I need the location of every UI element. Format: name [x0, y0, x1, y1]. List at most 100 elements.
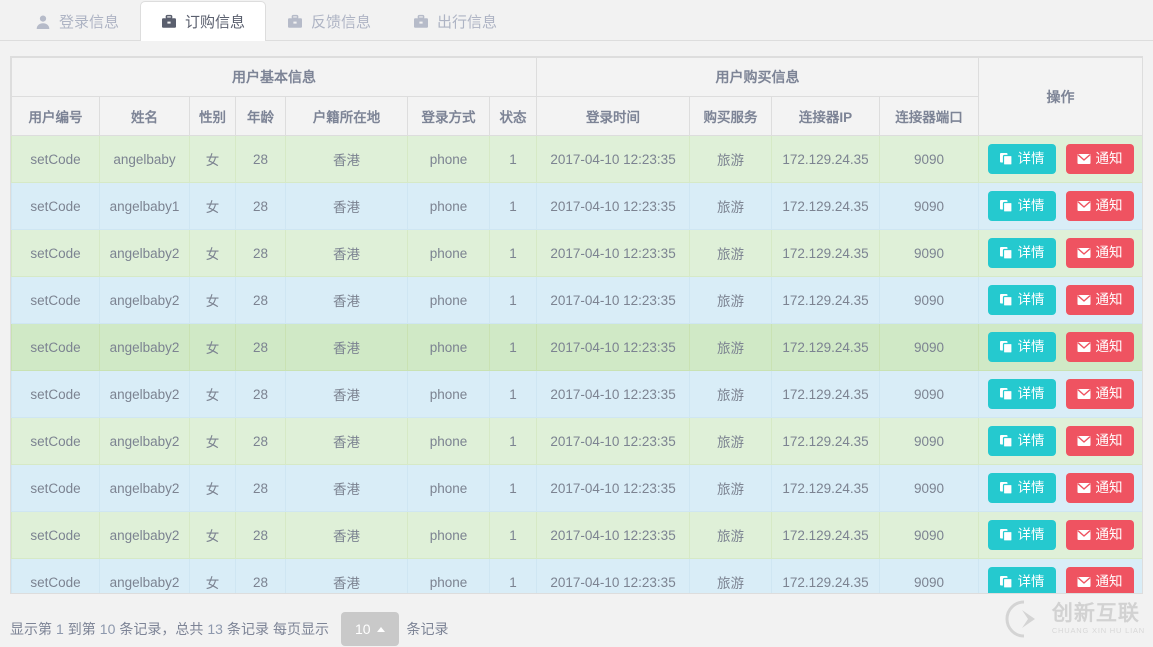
cell-gender: 女 — [189, 558, 236, 593]
action-group: 详情 通知 — [983, 473, 1138, 503]
notify-button[interactable]: 通知 — [1065, 473, 1134, 503]
cell-residence: 香港 — [285, 276, 408, 324]
notify-button-label: 通知 — [1095, 151, 1123, 167]
cell-gender: 女 — [189, 370, 236, 418]
briefcase-icon — [161, 14, 177, 30]
cell-gender: 女 — [189, 182, 236, 230]
copy-files-icon — [999, 387, 1013, 401]
cell-gender: 女 — [189, 135, 236, 183]
envelope-icon — [1077, 481, 1091, 495]
tab-order-info[interactable]: 订购信息 — [140, 1, 267, 41]
cell-login-type: phone — [407, 323, 490, 371]
page-size-dropdown[interactable]: 10 — [340, 612, 399, 646]
table-row[interactable]: setCode angelbaby1 女 28 香港 phone 1 2017-04-10 1… — [11, 182, 1142, 230]
cell-name: angelbaby2 — [99, 464, 190, 512]
cell-actions: 详情 通知 — [978, 370, 1142, 418]
detail-button[interactable]: 详情 — [987, 144, 1056, 174]
detail-button[interactable]: 详情 — [987, 332, 1056, 362]
tab-login-info[interactable]: 登录信息 — [14, 1, 140, 41]
notify-button[interactable]: 通知 — [1065, 567, 1134, 593]
detail-button[interactable]: 详情 — [987, 473, 1056, 503]
detail-button[interactable]: 详情 — [987, 238, 1056, 268]
cell-status: 1 — [488, 464, 538, 512]
table-row[interactable]: setCode angelbaby2 女 28 香港 phone 1 2017-04-10 1… — [11, 511, 1142, 559]
detail-button[interactable]: 详情 — [987, 426, 1056, 456]
cell-gender: 女 — [189, 511, 236, 559]
notify-button[interactable]: 通知 — [1065, 238, 1134, 268]
group-header-row: 用户基本信息 用户购买信息 操作 — [11, 57, 1142, 136]
cell-name: angelbaby2 — [99, 276, 190, 324]
table-row[interactable]: setCode angelbaby2 女 28 香港 phone 1 2017-04-10 1… — [11, 417, 1142, 465]
column-header-login-type: 登录方式 — [407, 96, 490, 136]
cell-login-time: 2017-04-10 12:23:35 — [536, 464, 691, 512]
cell-name: angelbaby2 — [99, 511, 190, 559]
column-header-connector-ip: 连接器IP — [771, 96, 881, 136]
cell-service: 旅游 — [689, 511, 773, 559]
detail-button-label: 详情 — [1017, 292, 1045, 308]
notify-button[interactable]: 通知 — [1065, 144, 1134, 174]
user-icon — [35, 14, 51, 30]
footer-middle: 到第 — [67, 621, 96, 637]
envelope-icon — [1077, 340, 1091, 354]
table-row[interactable]: setCode angelbaby2 女 28 香港 phone 1 2017-04-10 1… — [11, 370, 1142, 418]
watermark: 创新互联 CHUANG XIN HU LIAN — [1004, 599, 1145, 639]
page-size-value: 10 — [354, 621, 371, 637]
footer-records-word2: 条记录 — [226, 621, 269, 637]
cell-user-code: setCode — [11, 182, 100, 230]
notify-button[interactable]: 通知 — [1065, 379, 1134, 409]
table-row[interactable]: setCode angelbaby2 女 28 香港 phone 1 2017-04-10 1… — [11, 323, 1142, 371]
copy-files-icon — [999, 152, 1013, 166]
cell-connector-ip: 172.129.24.35 — [771, 370, 881, 418]
notify-button[interactable]: 通知 — [1065, 285, 1134, 315]
pagination-info: 显示第 1 到第 10 条记录，总共 13 条记录 每页显示 10 条记录 — [10, 612, 453, 646]
table-row[interactable]: setCode angelbaby 女 28 香港 phone 1 2017-04-10 12… — [11, 135, 1142, 183]
cell-login-type: phone — [407, 558, 490, 593]
notify-button[interactable]: 通知 — [1065, 191, 1134, 221]
table-row[interactable]: setCode angelbaby2 女 28 香港 phone 1 2017-04-10 1… — [11, 229, 1142, 277]
cell-residence: 香港 — [285, 511, 408, 559]
cell-age: 28 — [235, 417, 286, 465]
detail-button[interactable]: 详情 — [987, 191, 1056, 221]
cell-connector-ip: 172.129.24.35 — [771, 511, 881, 559]
orders-table: 用户基本信息 用户购买信息 操作 用户编号 姓名 性别 年龄 户籍所在地 登录方… — [11, 57, 1142, 593]
column-header-service: 购买服务 — [689, 96, 773, 136]
detail-button[interactable]: 详情 — [987, 379, 1056, 409]
cell-actions: 详情 通知 — [978, 276, 1142, 324]
detail-button[interactable]: 详情 — [987, 520, 1056, 550]
cell-user-code: setCode — [11, 276, 100, 324]
group-header-purchase: 用户购买信息 — [536, 57, 980, 97]
cell-connector-ip: 172.129.24.35 — [771, 229, 881, 277]
cell-actions: 详情 通知 — [978, 135, 1142, 183]
page-size-label: 每页显示 — [272, 621, 329, 637]
cell-login-type: phone — [407, 182, 490, 230]
notify-button[interactable]: 通知 — [1065, 426, 1134, 456]
table-row[interactable]: setCode angelbaby2 女 28 香港 phone 1 2017-04-10 1… — [11, 464, 1142, 512]
briefcase-icon — [287, 14, 303, 30]
action-group: 详情 通知 — [983, 567, 1138, 593]
detail-button[interactable]: 详情 — [987, 285, 1056, 315]
cell-service: 旅游 — [689, 464, 773, 512]
cell-login-type: phone — [407, 511, 490, 559]
notify-button[interactable]: 通知 — [1065, 520, 1134, 550]
detail-button-label: 详情 — [1017, 245, 1045, 261]
table-row[interactable]: setCode angelbaby2 女 28 香港 phone 1 2017-04-10 1… — [11, 558, 1142, 593]
cell-gender: 女 — [189, 276, 236, 324]
cell-status: 1 — [488, 417, 538, 465]
watermark-text: 创新互联 CHUANG XIN HU LIAN — [1052, 603, 1145, 635]
cell-actions: 详情 通知 — [978, 417, 1142, 465]
cell-residence: 香港 — [285, 323, 408, 371]
cell-login-time: 2017-04-10 12:23:35 — [536, 511, 691, 559]
cell-connector-ip: 172.129.24.35 — [771, 417, 881, 465]
tab-travel-info[interactable]: 出行信息 — [392, 1, 518, 41]
notify-button-label: 通知 — [1095, 339, 1123, 355]
table-row[interactable]: setCode angelbaby2 女 28 香港 phone 1 2017-04-10 1… — [11, 276, 1142, 324]
cell-residence: 香港 — [285, 464, 408, 512]
tab-feedback-info[interactable]: 反馈信息 — [266, 1, 392, 41]
cell-user-code: setCode — [11, 135, 100, 183]
cell-age: 28 — [235, 276, 286, 324]
cell-service: 旅游 — [689, 558, 773, 593]
action-group: 详情 通知 — [983, 379, 1138, 409]
detail-button[interactable]: 详情 — [987, 567, 1056, 593]
notify-button[interactable]: 通知 — [1065, 332, 1134, 362]
cell-age: 28 — [235, 323, 286, 371]
